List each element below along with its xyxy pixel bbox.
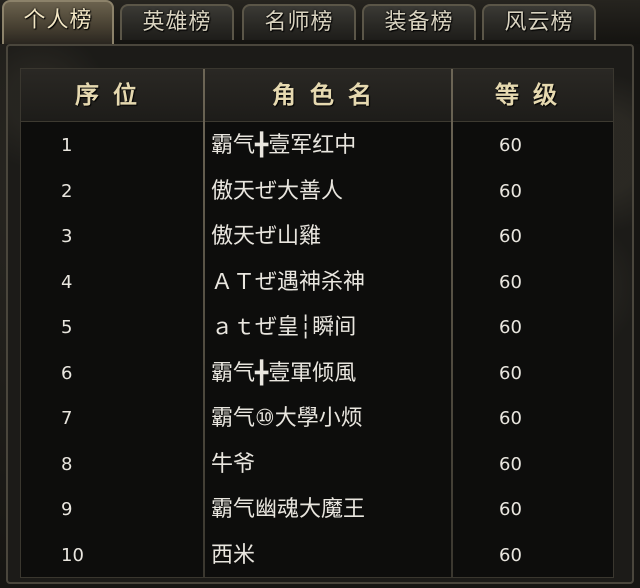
name-cell: 霸气⑩大學小烦 [211, 406, 363, 431]
ranking-panel: 序位 角色名 等级 1 霸气╋壹军红中 60 2 傲天ぜ大善人 60 3 傲天ぜ… [6, 44, 634, 584]
name-cell: 牛爷 [211, 451, 256, 477]
rank-cell: 8 [61, 453, 73, 475]
rank-cell: 5 [61, 317, 73, 338]
table-row[interactable]: 7 霸气⑩大學小烦 60 [21, 396, 613, 442]
tab-equipment[interactable]: 装备榜 [362, 4, 476, 40]
header-rank[interactable]: 序位 [21, 69, 205, 121]
rank-cell: 6 [61, 362, 73, 384]
rank-cell: 1 [61, 135, 73, 156]
header-name[interactable]: 角色名 [205, 69, 453, 121]
tab-personal[interactable]: 个人榜 [2, 0, 114, 44]
rank-cell: 3 [61, 226, 73, 247]
level-cell: 60 [499, 271, 522, 293]
name-cell: 霸气╋壹軍倾風 [211, 360, 357, 386]
table-row[interactable]: 1 霸气╋壹军红中 60 [21, 123, 613, 169]
header-level[interactable]: 等级 [453, 69, 613, 121]
level-cell: 60 [499, 317, 522, 338]
name-cell: 西米 [211, 542, 256, 568]
ranking-table: 序位 角色名 等级 1 霸气╋壹军红中 60 2 傲天ぜ大善人 60 3 傲天ぜ… [20, 68, 614, 578]
table-header: 序位 角色名 等级 [21, 69, 613, 122]
name-cell: 霸气幽魂大魔王 [211, 497, 366, 522]
leaderboard-window: 个人榜 英雄榜 名师榜 装备榜 风云榜 序位 角色名 等级 1 霸气╋壹军红中 … [0, 0, 640, 588]
table-body: 1 霸气╋壹军红中 60 2 傲天ぜ大善人 60 3 傲天ぜ山雞 60 4 ＡＴ… [21, 123, 613, 578]
name-cell: ＡＴぜ遇神杀神 [211, 269, 366, 295]
tab-bar: 个人榜 英雄榜 名师榜 装备榜 风云榜 [0, 0, 640, 44]
level-cell: 60 [499, 135, 522, 156]
rank-cell: 4 [61, 271, 73, 293]
rank-cell: 2 [61, 180, 73, 202]
table-row[interactable]: 9 霸气幽魂大魔王 60 [21, 487, 613, 533]
tab-fengyun[interactable]: 风云榜 [482, 4, 596, 40]
tab-master[interactable]: 名师榜 [242, 4, 356, 40]
name-cell: 傲天ぜ大善人 [211, 178, 344, 204]
rank-cell: 9 [61, 499, 73, 520]
table-row[interactable]: 10 西米 60 [21, 533, 613, 579]
table-row[interactable]: 4 ＡＴぜ遇神杀神 60 [21, 260, 613, 306]
level-cell: 60 [499, 362, 522, 384]
table-row[interactable]: 2 傲天ぜ大善人 60 [21, 169, 613, 215]
table-row[interactable]: 8 牛爷 60 [21, 442, 613, 488]
level-cell: 60 [499, 544, 522, 566]
table-row[interactable]: 5 ａｔぜ皇┆瞬间 60 [21, 305, 613, 351]
rank-cell: 7 [61, 408, 73, 429]
level-cell: 60 [499, 499, 522, 520]
level-cell: 60 [499, 453, 522, 475]
name-cell: 傲天ぜ山雞 [211, 224, 322, 249]
table-row[interactable]: 3 傲天ぜ山雞 60 [21, 214, 613, 260]
name-cell: 霸气╋壹军红中 [211, 133, 357, 158]
name-cell: ａｔぜ皇┆瞬间 [211, 315, 357, 340]
level-cell: 60 [499, 226, 522, 247]
table-row[interactable]: 6 霸气╋壹軍倾風 60 [21, 351, 613, 397]
rank-cell: 10 [61, 544, 84, 566]
level-cell: 60 [499, 408, 522, 429]
level-cell: 60 [499, 180, 522, 202]
tab-hero[interactable]: 英雄榜 [120, 4, 234, 40]
